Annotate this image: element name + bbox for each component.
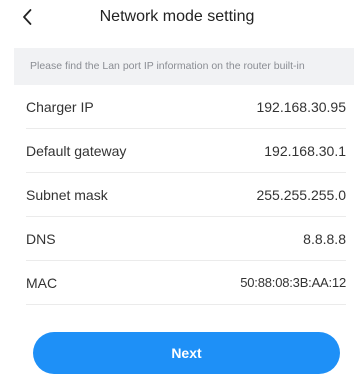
- mac-label: MAC: [26, 275, 58, 291]
- header-bar: Network mode setting: [0, 0, 354, 36]
- next-button[interactable]: Next: [33, 332, 340, 374]
- default-gateway-label: Default gateway: [26, 143, 127, 159]
- dns-label: DNS: [26, 231, 56, 247]
- row-dns: DNS 8.8.8.8: [26, 217, 346, 261]
- dns-value: 8.8.8.8: [303, 231, 346, 247]
- mac-value: 50:88:08:3B:AA:12: [240, 275, 346, 290]
- default-gateway-value: 192.168.30.1: [264, 143, 346, 159]
- charger-ip-label: Charger IP: [26, 99, 94, 115]
- subnet-mask-value: 255.255.255.0: [256, 187, 346, 203]
- row-default-gateway: Default gateway 192.168.30.1: [26, 129, 346, 173]
- row-mac: MAC 50:88:08:3B:AA:12: [26, 261, 346, 305]
- subnet-mask-label: Subnet mask: [26, 187, 108, 203]
- page-title: Network mode setting: [99, 8, 255, 25]
- info-notice: Please find the Lan port IP information …: [14, 48, 354, 85]
- network-info-list: Charger IP 192.168.30.95 Default gateway…: [26, 85, 346, 305]
- charger-ip-value: 192.168.30.95: [256, 99, 346, 115]
- row-charger-ip: Charger IP 192.168.30.95: [26, 85, 346, 129]
- row-subnet-mask: Subnet mask 255.255.255.0: [26, 173, 346, 217]
